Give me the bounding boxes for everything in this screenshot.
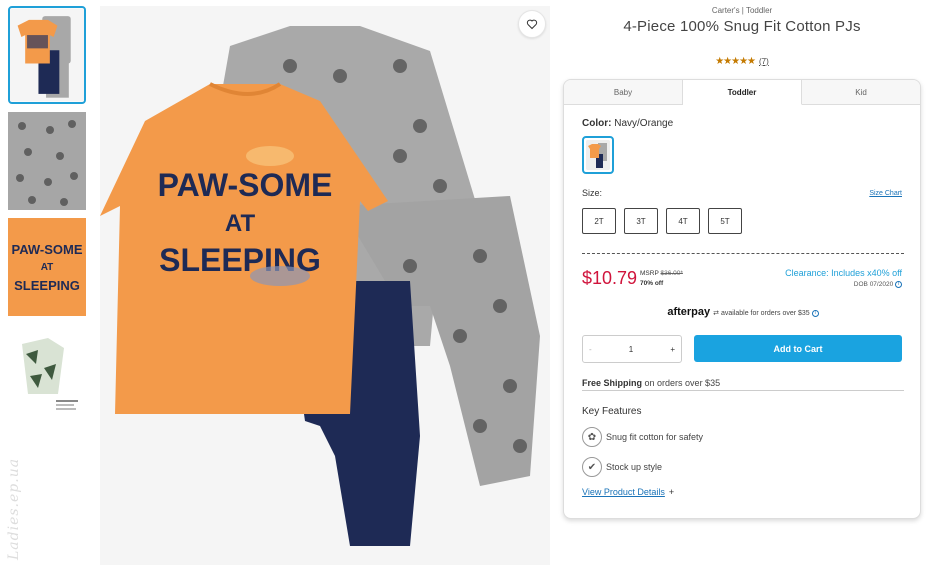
thumbnail-3[interactable]: PAW-SOME AT SLEEPING bbox=[8, 218, 86, 316]
shipping-bold: Free Shipping bbox=[582, 378, 643, 388]
watermark: Ladies.ep.ua bbox=[6, 457, 22, 560]
msrp-value: $36.00* bbox=[660, 270, 683, 277]
color-value: Navy/Orange bbox=[614, 118, 674, 129]
feature-label: Stock up style bbox=[606, 462, 663, 472]
afterpay-info-icon[interactable]: i bbox=[811, 309, 819, 317]
add-to-cart-button[interactable]: Add to Cart bbox=[694, 335, 902, 362]
svg-text:AT: AT bbox=[41, 262, 54, 273]
thumbnail-list: PAW-SOME AT SLEEPING bbox=[8, 6, 88, 430]
favorite-heart-button[interactable] bbox=[518, 10, 546, 38]
thumbnail-2[interactable] bbox=[8, 112, 86, 210]
cotton-icon: ✿ bbox=[582, 427, 602, 447]
sale-price: $10.79 bbox=[582, 268, 638, 288]
main-product-image[interactable]: PAW-SOME AT SLEEPING bbox=[100, 6, 550, 565]
dob-text: DOB 07/2020 i bbox=[854, 281, 902, 288]
purchase-card: Baby Toddler Kid Color: Navy/Orange Size… bbox=[563, 79, 921, 519]
shipping-rest: on orders over $35 bbox=[644, 378, 721, 388]
dob-value: DOB 07/2020 bbox=[853, 281, 894, 289]
afterpay-loop-icon: ⇄ bbox=[713, 310, 720, 317]
discount-percent: 70% off bbox=[640, 280, 664, 287]
feature-item: ✔ Stock up style bbox=[582, 457, 662, 477]
review-count-link[interactable]: (7) bbox=[759, 57, 769, 66]
view-product-details: View Product Details + bbox=[582, 487, 674, 497]
thumbnail-1[interactable] bbox=[8, 6, 86, 104]
divider bbox=[582, 253, 904, 254]
quantity-decrease-button[interactable]: - bbox=[589, 345, 592, 354]
color-label-key: Color: bbox=[582, 118, 612, 129]
size-option-5t[interactable]: 5T bbox=[708, 208, 742, 234]
clearance-text: Clearance: Includes x40% off bbox=[785, 268, 902, 278]
shipping-info: Free Shipping on orders over $35 bbox=[582, 378, 904, 391]
afterpay-text: available for orders over $35 bbox=[720, 310, 810, 317]
tab-baby[interactable]: Baby bbox=[564, 80, 683, 104]
color-label: Color: Navy/Orange bbox=[582, 118, 673, 129]
product-title: 4-Piece 100% Snug Fit Cotton PJs bbox=[623, 18, 861, 35]
age-tabs: Baby Toddler Kid bbox=[564, 80, 920, 105]
size-options: 2T 3T 4T 5T bbox=[582, 208, 742, 234]
info-icon[interactable]: i bbox=[895, 281, 902, 288]
key-features-title: Key Features bbox=[582, 406, 642, 417]
size-label: Size: bbox=[582, 188, 603, 198]
heart-icon bbox=[526, 19, 538, 30]
tab-toddler[interactable]: Toddler bbox=[683, 80, 802, 105]
feature-item: ✿ Snug fit cotton for safety bbox=[582, 427, 703, 447]
quantity-increase-button[interactable]: + bbox=[670, 345, 675, 354]
svg-text:SLEEPING: SLEEPING bbox=[14, 278, 80, 293]
tab-kid[interactable]: Kid bbox=[802, 80, 920, 104]
msrp-label: MSRP bbox=[640, 270, 659, 277]
quantity-stepper: - 1 + bbox=[582, 335, 682, 363]
quantity-input[interactable]: 1 bbox=[629, 345, 633, 354]
thumbnail-4[interactable] bbox=[8, 324, 86, 422]
size-option-4t[interactable]: 4T bbox=[666, 208, 700, 234]
size-option-2t[interactable]: 2T bbox=[582, 208, 616, 234]
size-chart-link[interactable]: Size Chart bbox=[869, 190, 902, 197]
view-product-details-link[interactable]: View Product Details bbox=[582, 487, 665, 497]
rating[interactable]: ★★★★★ (7) bbox=[563, 56, 921, 67]
feature-label: Snug fit cotton for safety bbox=[606, 432, 704, 442]
color-swatch-navy-orange[interactable] bbox=[582, 136, 614, 174]
afterpay-logo: afterpay bbox=[667, 306, 711, 318]
afterpay-banner: afterpay ⇄ available for orders over $35 … bbox=[564, 306, 920, 318]
expand-plus-icon[interactable]: + bbox=[669, 487, 674, 497]
msrp-block: MSRP $36.00* 70% off bbox=[640, 269, 683, 289]
shirt-graphic-text-line2: AT bbox=[225, 210, 256, 237]
size-option-3t[interactable]: 3T bbox=[624, 208, 658, 234]
brand-breadcrumb: Carter's | Toddler bbox=[711, 6, 773, 15]
svg-text:PAW-SOME: PAW-SOME bbox=[12, 242, 83, 257]
shirt-graphic-text-line1: PAW-SOME bbox=[158, 167, 333, 203]
rating-stars: ★★★★★ bbox=[715, 56, 756, 67]
checkmark-icon: ✔ bbox=[582, 457, 602, 477]
